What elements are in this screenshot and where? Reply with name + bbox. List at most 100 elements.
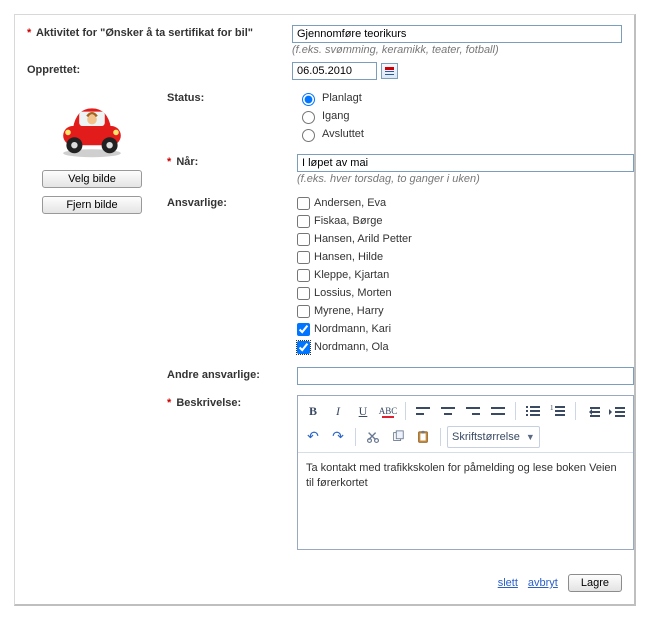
responsible-name: Myrene, Harry — [314, 303, 384, 319]
activity-title-input[interactable] — [292, 25, 622, 43]
toolbar-separator — [440, 428, 441, 446]
activity-title-hint: (f.eks. svømming, keramikk, teater, fotb… — [292, 44, 622, 56]
status-option[interactable]: Avsluttet — [297, 126, 634, 142]
other-responsibles-input[interactable] — [297, 367, 634, 385]
number-list-button[interactable] — [547, 400, 569, 422]
required-marker: * — [167, 156, 171, 168]
activity-title-row: * Aktivitet for "Ønsker å ta sertifikat … — [27, 25, 622, 56]
other-responsibles-label: Andre ansvarlige: — [167, 367, 297, 381]
responsible-item[interactable]: Lossius, Morten — [297, 285, 634, 301]
status-label: Status: — [167, 90, 297, 104]
chevron-down-icon: ▼ — [526, 432, 535, 442]
remove-image-button[interactable]: Fjern bilde — [42, 196, 142, 214]
align-left-button[interactable] — [412, 400, 434, 422]
toolbar-separator — [575, 402, 576, 420]
responsible-item[interactable]: Kleppe, Kjartan — [297, 267, 634, 283]
responsible-item[interactable]: Hansen, Arild Petter — [297, 231, 634, 247]
status-radio[interactable] — [302, 129, 315, 142]
description-label: * Beskrivelse: — [167, 395, 297, 409]
redo-button[interactable]: ↷ — [327, 426, 349, 448]
activity-form-panel: * Aktivitet for "Ønsker å ta sertifikat … — [14, 14, 636, 606]
responsible-item[interactable]: Myrene, Harry — [297, 303, 634, 319]
responsible-checkbox[interactable] — [297, 215, 310, 228]
toolbar-separator — [405, 402, 406, 420]
responsible-checkbox[interactable] — [297, 269, 310, 282]
copy-button[interactable] — [387, 426, 409, 448]
italic-button[interactable]: I — [327, 400, 349, 422]
responsibles-row: Ansvarlige: Andersen, Eva Fiskaa, Børge Ha… — [167, 195, 634, 357]
responsible-checkbox[interactable] — [297, 197, 310, 210]
responsible-item[interactable]: Andersen, Eva — [297, 195, 634, 211]
font-size-label: Skriftstørrelse — [452, 431, 520, 443]
font-size-select[interactable]: Skriftstørrelse ▼ — [447, 426, 540, 448]
rich-text-editor: B I U ABC — [297, 395, 634, 550]
strike-or-spell-button[interactable]: ABC — [377, 400, 399, 422]
responsible-name: Fiskaa, Børge — [314, 213, 382, 229]
toolbar-separator — [515, 402, 516, 420]
when-label: * Når: — [167, 154, 297, 168]
indent-button[interactable] — [607, 400, 629, 422]
align-justify-button[interactable] — [487, 400, 509, 422]
responsible-item[interactable]: Fiskaa, Børge — [297, 213, 634, 229]
status-radio[interactable] — [302, 111, 315, 124]
form-footer: slett avbryt Lagre — [27, 574, 622, 592]
responsible-name: Lossius, Morten — [314, 285, 392, 301]
when-row: * Når: (f.eks. hver torsdag, to ganger i… — [167, 154, 634, 185]
activity-image — [46, 90, 138, 162]
bold-button[interactable]: B — [302, 400, 324, 422]
when-input[interactable] — [297, 154, 634, 172]
responsible-name: Hansen, Hilde — [314, 249, 383, 265]
responsible-name: Kleppe, Kjartan — [314, 267, 389, 283]
outdent-button[interactable] — [582, 400, 604, 422]
created-label: Opprettet: — [27, 62, 292, 78]
other-responsibles-row: Andre ansvarlige: — [167, 367, 634, 385]
when-hint: (f.eks. hver torsdag, to ganger i uken) — [297, 173, 634, 185]
activity-title-label: * Aktivitet for "Ønsker å ta sertifikat … — [27, 25, 292, 41]
image-column: Velg bilde Fjern bilde — [27, 90, 157, 560]
delete-link[interactable]: slett — [498, 577, 518, 589]
responsible-name: Nordmann, Ola — [314, 339, 389, 355]
underline-button[interactable]: U — [352, 400, 374, 422]
status-option-label: Igang — [322, 108, 350, 124]
responsible-name: Hansen, Arild Petter — [314, 231, 412, 247]
cut-button[interactable] — [362, 426, 384, 448]
responsible-name: Andersen, Eva — [314, 195, 386, 211]
align-right-button[interactable] — [462, 400, 484, 422]
save-button[interactable]: Lagre — [568, 574, 622, 592]
select-image-button[interactable]: Velg bilde — [42, 170, 142, 188]
required-marker: * — [167, 397, 171, 409]
responsible-item[interactable]: Nordmann, Kari — [297, 321, 634, 337]
calendar-icon[interactable] — [381, 63, 398, 79]
description-row: * Beskrivelse: B I U ABC — [167, 395, 634, 550]
responsible-checkbox[interactable] — [297, 233, 310, 246]
responsible-checkbox[interactable] — [297, 323, 310, 336]
toolbar-separator — [355, 428, 356, 446]
created-date-input[interactable] — [292, 62, 377, 80]
required-marker: * — [27, 27, 31, 39]
created-row: Opprettet: — [27, 62, 622, 80]
undo-button[interactable]: ↶ — [302, 426, 324, 448]
status-option[interactable]: Planlagt — [297, 90, 634, 106]
responsible-checkbox[interactable] — [297, 251, 310, 264]
responsible-name: Nordmann, Kari — [314, 321, 391, 337]
cancel-link[interactable]: avbryt — [528, 577, 558, 589]
responsibles-label: Ansvarlige: — [167, 195, 297, 209]
status-option[interactable]: Igang — [297, 108, 634, 124]
activity-title-label-text: Aktivitet for "Ønsker å ta sertifikat fo… — [36, 27, 253, 39]
bullet-list-button[interactable] — [522, 400, 544, 422]
align-center-button[interactable] — [437, 400, 459, 422]
status-radio[interactable] — [302, 93, 315, 106]
status-row: Status: Planlagt Igang Avsluttet — [167, 90, 634, 144]
responsible-item[interactable]: Nordmann, Ola — [297, 339, 634, 355]
paste-button[interactable] — [412, 426, 434, 448]
status-options: Planlagt Igang Avsluttet — [297, 90, 634, 144]
status-option-label: Planlagt — [322, 90, 362, 106]
editor-toolbar: B I U ABC — [298, 396, 633, 448]
responsible-checkbox[interactable] — [297, 305, 310, 318]
responsible-checkbox[interactable] — [297, 341, 310, 354]
responsible-checkbox[interactable] — [297, 287, 310, 300]
description-textarea[interactable]: Ta kontakt med trafikkskolen for påmeldi… — [298, 453, 633, 549]
status-option-label: Avsluttet — [322, 126, 364, 142]
responsible-item[interactable]: Hansen, Hilde — [297, 249, 634, 265]
responsibles-list: Andersen, Eva Fiskaa, Børge Hansen, Arild … — [297, 195, 634, 357]
